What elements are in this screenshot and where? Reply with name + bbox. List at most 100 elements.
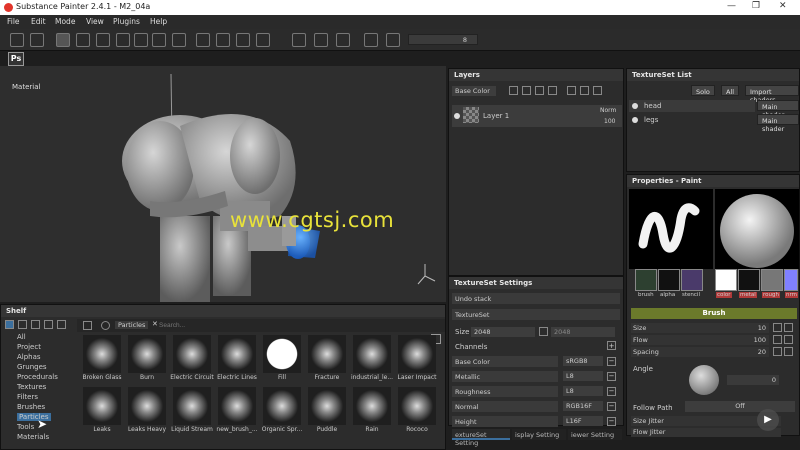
brush-section-header[interactable]: Brush xyxy=(631,308,797,319)
undo-stack-tab[interactable]: Undo stack xyxy=(452,293,620,304)
remove-channel-icon[interactable]: − xyxy=(607,402,616,411)
shelf-item-thumbnail[interactable] xyxy=(218,335,256,373)
shelf-item-thumbnail[interactable] xyxy=(83,387,121,425)
polygon-fill-icon[interactable] xyxy=(116,33,130,47)
3d-viewport[interactable]: Material www.cgtsj.com xyxy=(0,66,446,302)
textureset-item-head[interactable]: head xyxy=(629,100,755,112)
shelf-category-grunges[interactable]: Grunges xyxy=(17,363,47,371)
pen-icon[interactable] xyxy=(773,347,782,356)
layer-blend-mode[interactable]: Norm xyxy=(600,107,616,114)
textureset-section[interactable]: TextureSet xyxy=(452,309,620,320)
color-swatch[interactable] xyxy=(715,269,737,291)
shelf-item-thumbnail[interactable] xyxy=(263,387,301,425)
shelf-folder-icon[interactable] xyxy=(5,320,14,329)
shelf-item-thumbnail[interactable] xyxy=(398,335,436,373)
textureset-item-legs[interactable]: legs xyxy=(629,114,755,126)
angle-dial[interactable] xyxy=(689,365,719,395)
tab-display-settings[interactable]: isplay Setting xyxy=(512,429,566,440)
shelf-item-thumbnail[interactable] xyxy=(263,335,301,373)
visibility-eye-icon[interactable] xyxy=(632,103,638,109)
camera-icon[interactable] xyxy=(292,33,306,47)
angle-input[interactable]: 0 xyxy=(727,375,779,385)
shelf-item-thumbnail[interactable] xyxy=(308,335,346,373)
normal-swatch[interactable] xyxy=(784,269,798,291)
follow-path-toggle[interactable]: Off xyxy=(685,401,795,412)
cube-view-icon[interactable] xyxy=(336,33,350,47)
filter-icon[interactable] xyxy=(83,321,92,330)
remove-channel-icon[interactable]: − xyxy=(607,417,616,426)
channel-format-select[interactable]: L8 xyxy=(563,371,603,381)
shelf-item-thumbnail[interactable] xyxy=(173,335,211,373)
trash-icon[interactable] xyxy=(593,86,602,95)
remove-channel-icon[interactable]: − xyxy=(607,372,616,381)
clone-icon[interactable] xyxy=(152,33,166,47)
maximize-icon[interactable]: ❐ xyxy=(752,1,760,11)
tab-textureset-settings[interactable]: extureSet Setting xyxy=(452,429,510,447)
menu-mode[interactable]: Mode xyxy=(55,17,75,26)
lock-icon[interactable] xyxy=(539,327,548,336)
minimize-icon[interactable]: — xyxy=(727,1,736,11)
shelf-item-thumbnail[interactable] xyxy=(83,335,121,373)
cube-icon[interactable] xyxy=(30,33,44,47)
particles-filter-chip[interactable]: Particles xyxy=(115,321,149,329)
menu-file[interactable]: File xyxy=(7,17,20,26)
shelf-add-icon[interactable] xyxy=(18,320,27,329)
shelf-settings-icon[interactable] xyxy=(57,320,66,329)
shelf-import-icon[interactable] xyxy=(31,320,40,329)
add-channel-icon[interactable]: + xyxy=(607,341,616,350)
shelf-item-thumbnail[interactable] xyxy=(128,335,166,373)
lock-icon[interactable] xyxy=(784,347,793,356)
clear-filter-icon[interactable]: ✕ xyxy=(152,320,158,328)
duplicate-icon[interactable] xyxy=(580,86,589,95)
pen-icon[interactable] xyxy=(773,323,782,332)
pen-icon[interactable] xyxy=(196,33,210,47)
import-shaders-button[interactable]: Import shaders xyxy=(745,85,799,104)
shelf-category-project[interactable]: Project xyxy=(17,343,41,351)
shelf-item-thumbnail[interactable] xyxy=(218,387,256,425)
solo-button[interactable]: Solo xyxy=(691,85,715,96)
channel-format-select[interactable]: RGB16F xyxy=(563,401,603,411)
size-select[interactable]: 2048 xyxy=(471,327,535,337)
alpha-slot[interactable] xyxy=(658,269,680,291)
param-slider[interactable]: Size 10 xyxy=(631,323,769,333)
stencil-slot[interactable] xyxy=(681,269,703,291)
refresh-icon[interactable] xyxy=(101,321,110,330)
shelf-item-thumbnail[interactable] xyxy=(398,387,436,425)
shelf-export-icon[interactable] xyxy=(44,320,53,329)
shelf-category-alphas[interactable]: Alphas xyxy=(17,353,41,361)
layers-stack-icon[interactable] xyxy=(10,33,24,47)
material-picker-icon[interactable] xyxy=(172,33,186,47)
folder-icon[interactable] xyxy=(567,86,576,95)
shelf-category-tools[interactable]: Tools xyxy=(17,423,34,431)
add-mask-icon[interactable] xyxy=(535,86,544,95)
remove-channel-icon[interactable]: − xyxy=(607,357,616,366)
flow-jitter-slider[interactable]: Flow Jitter xyxy=(631,428,781,437)
menu-help[interactable]: Help xyxy=(150,17,167,26)
metal-swatch[interactable] xyxy=(738,269,760,291)
shelf-category-materials[interactable]: Materials xyxy=(17,433,49,441)
visibility-eye-icon[interactable] xyxy=(454,113,460,119)
shelf-item-thumbnail[interactable] xyxy=(353,335,391,373)
shader-select[interactable]: Main shader xyxy=(757,114,799,133)
shelf-category-filters[interactable]: Filters xyxy=(17,393,38,401)
menu-plugins[interactable]: Plugins xyxy=(113,17,140,26)
channel-format-select[interactable]: sRGB8 xyxy=(563,356,603,366)
photoshop-export-icon[interactable]: Ps xyxy=(8,52,24,66)
size-slider[interactable]: 8 xyxy=(408,34,478,45)
shelf-item-thumbnail[interactable] xyxy=(173,387,211,425)
smudge-icon[interactable] xyxy=(134,33,148,47)
screenshot-icon[interactable] xyxy=(364,33,378,47)
settings-view-icon[interactable] xyxy=(386,33,400,47)
lock-icon[interactable] xyxy=(784,323,793,332)
eraser-icon[interactable] xyxy=(76,33,90,47)
rough-swatch[interactable] xyxy=(761,269,783,291)
symmetry-icon[interactable] xyxy=(216,33,230,47)
projection-icon[interactable] xyxy=(96,33,110,47)
symmetry-y-icon[interactable] xyxy=(256,33,270,47)
remove-channel-icon[interactable]: − xyxy=(607,387,616,396)
menu-edit[interactable]: Edit xyxy=(31,17,46,26)
3d-view-icon[interactable] xyxy=(314,33,328,47)
shelf-category-brushes[interactable]: Brushes xyxy=(17,403,45,411)
channel-format-select[interactable]: L16F xyxy=(563,416,603,426)
shelf-item-thumbnail[interactable] xyxy=(308,387,346,425)
